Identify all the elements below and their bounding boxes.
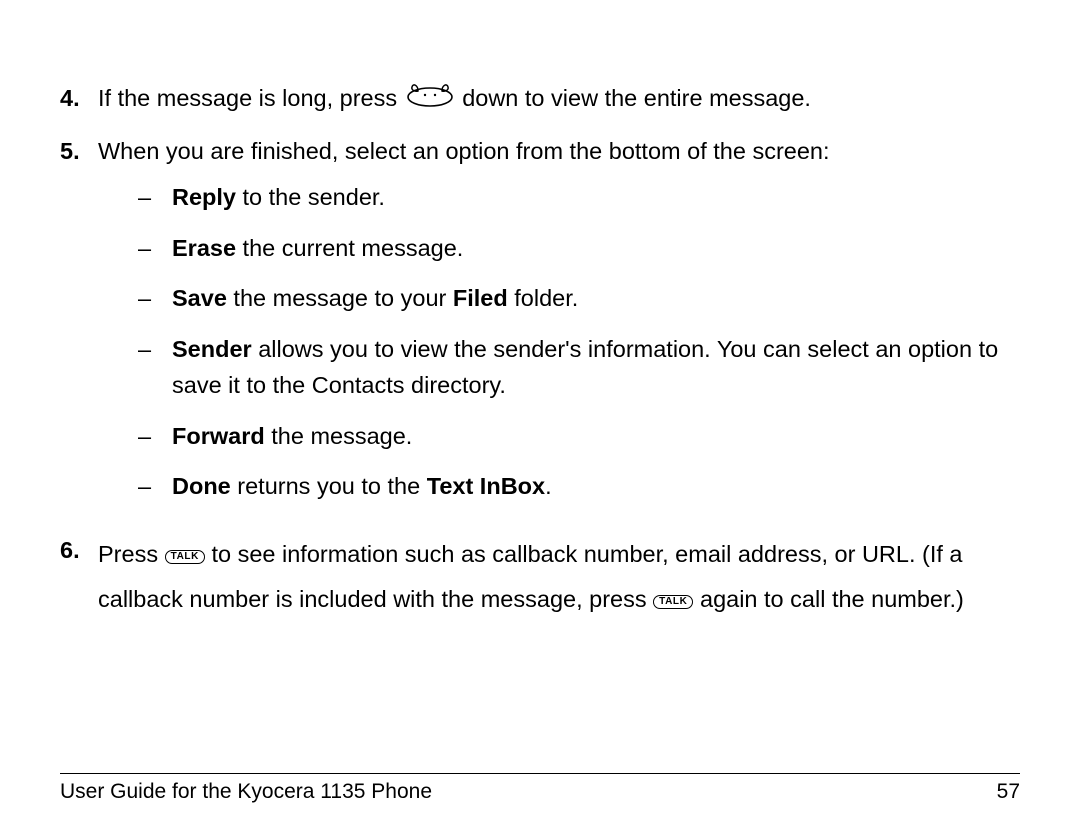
dash-bullet: – (138, 331, 172, 404)
sub-item-body: Reply to the sender. (172, 179, 1020, 215)
list-number: 4. (60, 80, 98, 119)
list-item-6: 6. Press TALK to see information such as… (60, 532, 1020, 621)
text-segment: If the message is long, press (98, 85, 404, 111)
text-segment: Press (98, 541, 165, 567)
sub-item-body: Done returns you to the Text InBox. (172, 468, 1020, 504)
footer-title: User Guide for the Kyocera 1135 Phone (60, 780, 432, 804)
text-segment: . (545, 473, 552, 499)
dash-bullet: – (138, 418, 172, 454)
list-item-body: If the message is long, press down to vi… (98, 80, 1020, 119)
bold-term: Forward (172, 423, 265, 449)
bold-term: Reply (172, 184, 236, 210)
dash-bullet: – (138, 179, 172, 215)
bold-term: Text InBox (427, 473, 545, 499)
text-segment: returns you to the (231, 473, 427, 499)
text-segment: folder. (508, 285, 579, 311)
text-segment: to the sender. (236, 184, 385, 210)
sub-item-body: Sender allows you to view the sender's i… (172, 331, 1020, 404)
body-text: 4. If the message is long, press down to… (60, 80, 1020, 622)
sub-item-erase: – Erase the current message. (138, 230, 1020, 266)
sub-item-done: – Done returns you to the Text InBox. (138, 468, 1020, 504)
text-segment: down to view the entire message. (462, 85, 811, 111)
list-number: 6. (60, 532, 98, 621)
talk-button-icon: TALK (165, 550, 205, 565)
navigation-key-icon (404, 79, 456, 117)
bold-term: Done (172, 473, 231, 499)
text-segment: the current message. (236, 235, 463, 261)
dash-bullet: – (138, 280, 172, 316)
page-footer: User Guide for the Kyocera 1135 Phone 57 (60, 773, 1020, 804)
text-segment: the message to your (227, 285, 453, 311)
footer-rule (60, 773, 1020, 774)
bold-term: Save (172, 285, 227, 311)
list-item-5: 5. When you are finished, select an opti… (60, 133, 1020, 518)
sub-list: – Reply to the sender. – Erase the curre… (98, 179, 1020, 504)
text-segment: When you are finished, select an option … (98, 138, 830, 164)
footer-row: User Guide for the Kyocera 1135 Phone 57 (60, 780, 1020, 804)
list-item-body: Press TALK to see information such as ca… (98, 532, 1020, 621)
sub-item-forward: – Forward the message. (138, 418, 1020, 454)
bold-term: Filed (453, 285, 508, 311)
sub-item-sender: – Sender allows you to view the sender's… (138, 331, 1020, 404)
sub-item-body: Save the message to your Filed folder. (172, 280, 1020, 316)
talk-button-icon: TALK (653, 595, 693, 610)
text-segment: allows you to view the sender's informat… (172, 336, 998, 398)
page-number: 57 (997, 780, 1020, 804)
dash-bullet: – (138, 468, 172, 504)
bold-term: Erase (172, 235, 236, 261)
numbered-list: 4. If the message is long, press down to… (60, 80, 1020, 622)
text-segment: the message. (265, 423, 413, 449)
sub-item-body: Erase the current message. (172, 230, 1020, 266)
dash-bullet: – (138, 230, 172, 266)
document-page: 4. If the message is long, press down to… (0, 0, 1080, 834)
list-item-body: When you are finished, select an option … (98, 133, 1020, 518)
text-segment: again to call the number.) (700, 586, 964, 612)
sub-item-reply: – Reply to the sender. (138, 179, 1020, 215)
sub-item-save: – Save the message to your Filed folder. (138, 280, 1020, 316)
sub-item-body: Forward the message. (172, 418, 1020, 454)
list-item-4: 4. If the message is long, press down to… (60, 80, 1020, 119)
bold-term: Sender (172, 336, 252, 362)
list-number: 5. (60, 133, 98, 518)
